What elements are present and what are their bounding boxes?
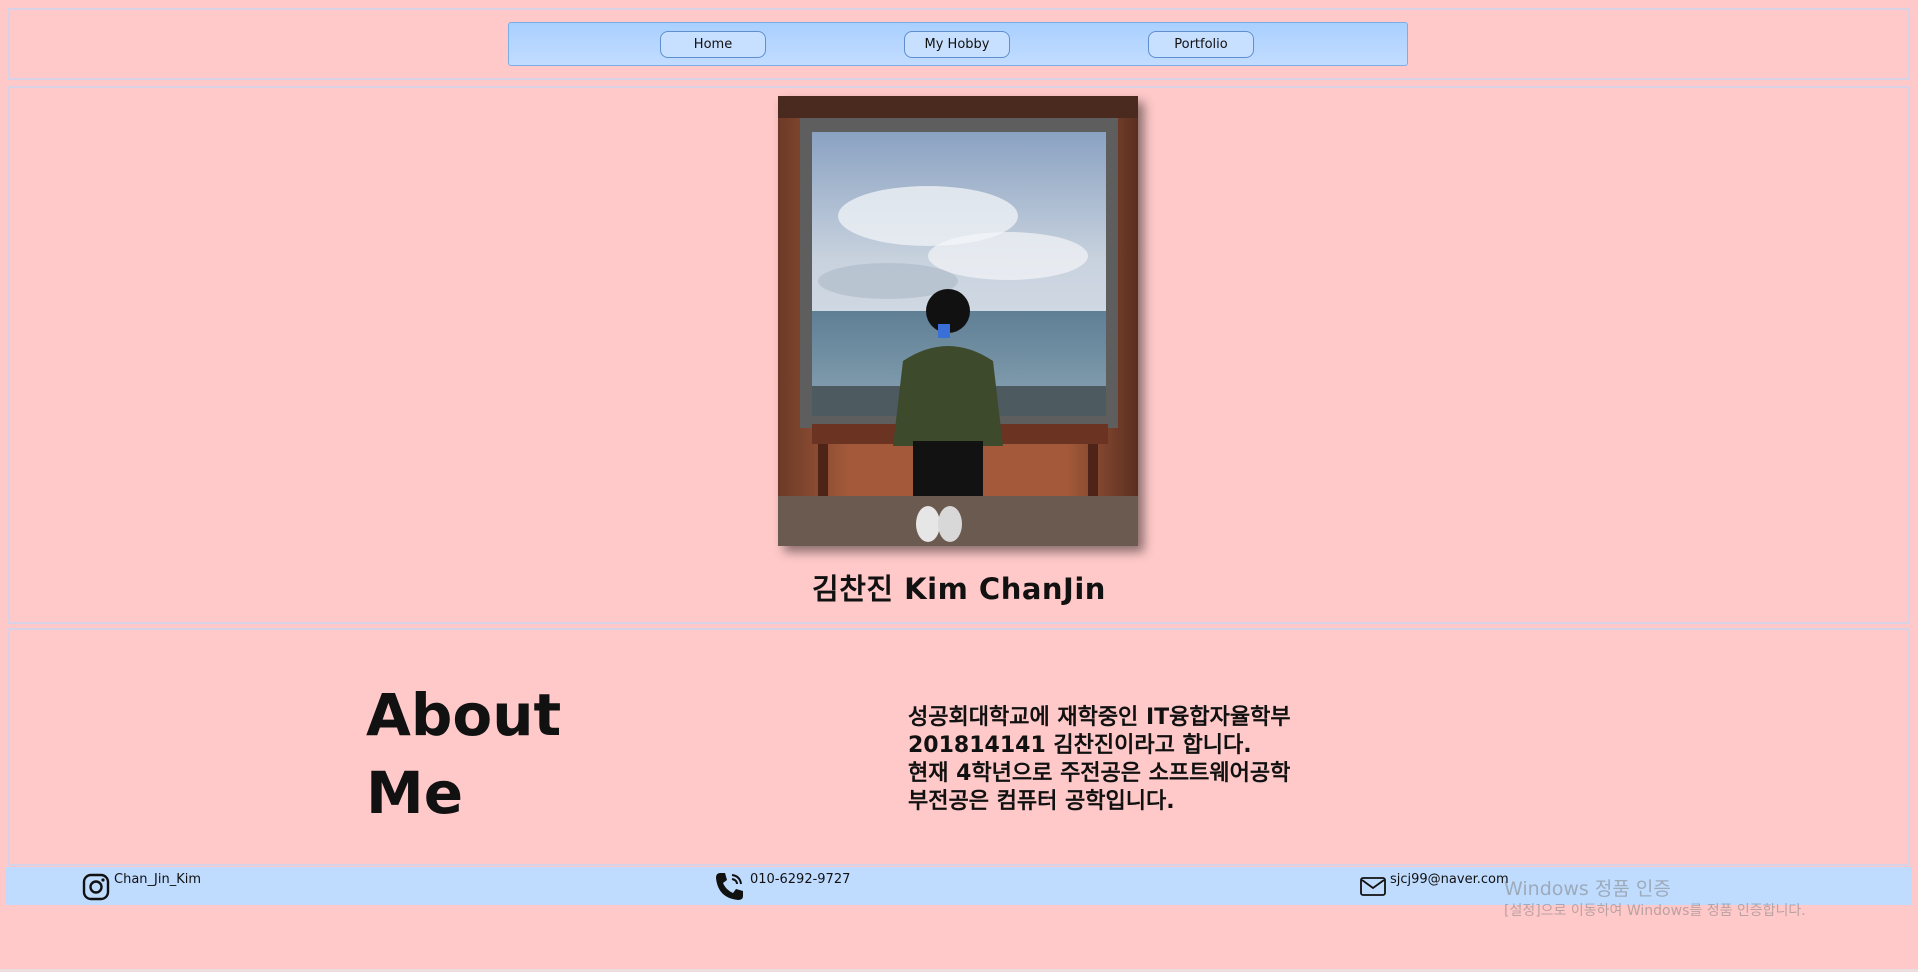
email-contact[interactable]: sjcj99@naver.com [1359, 867, 1509, 905]
activation-watermark-title: Windows 정품 인증 [1504, 878, 1671, 900]
nav-bar: Home My Hobby Portfolio [508, 22, 1408, 66]
profile-photo [778, 96, 1138, 546]
nav-my-hobby-button[interactable]: My Hobby [904, 31, 1010, 58]
activation-watermark-subtitle: [설정]으로 이동하여 Windows를 정품 인증합니다. [1504, 903, 1806, 919]
about-heading: About Me [366, 676, 626, 832]
phone-contact[interactable]: 010-6292-9727 [713, 867, 850, 905]
instagram-contact[interactable]: Chan_Jin_Kim [81, 867, 201, 905]
nav-home-button[interactable]: Home [660, 31, 766, 58]
phone-number[interactable]: 010-6292-9727 [750, 872, 850, 887]
phone-icon [716, 873, 743, 900]
about-heading-line1: About [366, 681, 562, 749]
about-description: 성공회대학교에 재학중인 IT융합자율학부 201814141 김찬진이라고 합… [908, 704, 1428, 816]
instagram-handle[interactable]: Chan_Jin_Kim [114, 872, 201, 887]
profile-name: 김찬진 Kim ChanJin [812, 572, 1106, 606]
mail-icon [1360, 877, 1386, 896]
about-line: 부전공은 컴퓨터 공학입니다. [908, 789, 1175, 814]
about-line: 현재 4학년으로 주전공은 소프트웨어공학 [908, 761, 1291, 786]
instagram-icon [82, 873, 110, 901]
about-line: 성공회대학교에 재학중인 IT융합자율학부 [908, 705, 1291, 730]
about-heading-line2: Me [366, 759, 464, 827]
nav-portfolio-button[interactable]: Portfolio [1148, 31, 1254, 58]
about-line: 201814141 김찬진이라고 합니다. [908, 733, 1252, 758]
email-address[interactable]: sjcj99@naver.com [1390, 872, 1509, 887]
